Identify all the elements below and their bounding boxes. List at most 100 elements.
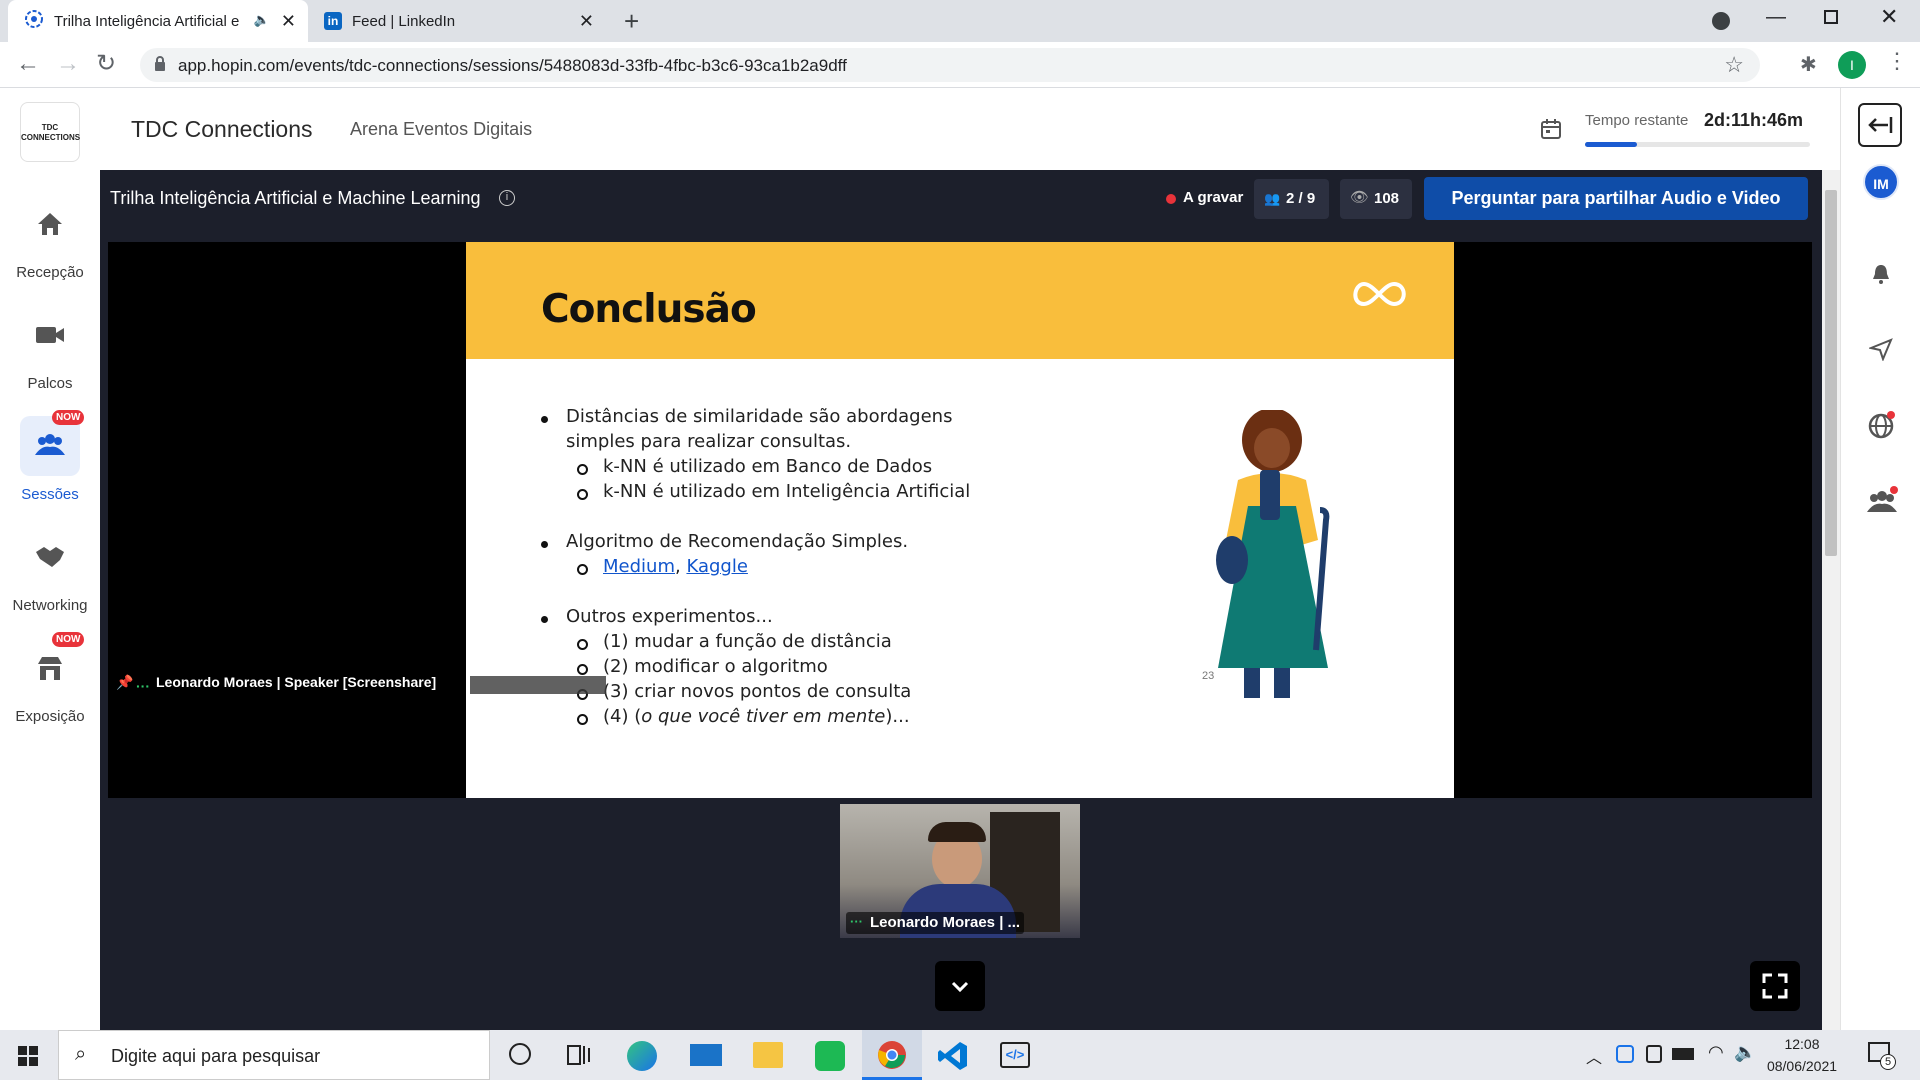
recording-label: A gravar — [1183, 189, 1244, 206]
bullet-text: Algoritmo de Recomendação Simples. — [566, 531, 909, 552]
mail-icon[interactable] — [690, 1044, 722, 1066]
medium-link[interactable]: Medium — [603, 556, 675, 577]
new-tab-icon[interactable]: + — [624, 6, 639, 37]
sub-bullet-links: Medium, Kaggle — [603, 556, 748, 577]
chrome-taskbar-item[interactable] — [862, 1030, 922, 1080]
organizer-name[interactable]: Arena Eventos Digitais — [350, 119, 532, 140]
slide-nav-toolbar[interactable] — [470, 676, 606, 694]
nav-item-networking[interactable]: Networking — [0, 527, 100, 614]
ask-to-share-button[interactable]: Perguntar para partilhar Audio e Video — [1424, 177, 1808, 220]
profile-avatar[interactable]: I — [1838, 51, 1866, 79]
volume-icon[interactable]: 🔈 — [1734, 1042, 1756, 1063]
text-part-italic: o que você tiver em mente — [641, 706, 886, 727]
time-progress-track — [1585, 142, 1810, 147]
viewers-pill[interactable]: 👁 108 — [1340, 179, 1412, 219]
kaggle-link[interactable]: Kaggle — [686, 556, 747, 577]
clock-time[interactable]: 12:08 — [1772, 1036, 1832, 1052]
home-icon — [20, 194, 80, 254]
windows-start-icon[interactable] — [18, 1046, 38, 1071]
sub-bullet-text: (4) (o que você tiver em mente)... — [603, 706, 910, 727]
extensions-icon[interactable]: ✱ — [1800, 52, 1817, 77]
minimize-icon[interactable]: — — [1766, 6, 1786, 29]
people-icon — [20, 416, 80, 476]
attendees-icon[interactable] — [1865, 486, 1899, 521]
now-badge: NOW — [52, 410, 85, 425]
edge-browser-icon[interactable] — [627, 1041, 657, 1071]
search-icon: ⌕ — [75, 1043, 87, 1065]
task-view-icon[interactable] — [567, 1044, 591, 1071]
tray-app-icon[interactable] — [1616, 1045, 1634, 1063]
speaker-camera-video[interactable]: ··· Leonardo Moraes | ... — [840, 804, 1080, 938]
omnibox[interactable]: app.hopin.com/events/tdc-connections/ses… — [140, 48, 1760, 82]
participants-count: 2 / 9 — [1286, 190, 1316, 207]
menu-kebab-icon[interactable]: ⋮ — [1886, 48, 1908, 74]
recording-dot-icon — [1166, 194, 1176, 204]
left-nav: TDC CONNECTIONS Recepção Palcos NOW Sess… — [0, 88, 100, 1030]
infinity-logo-icon — [1348, 280, 1410, 313]
speaker-hair-shape — [928, 822, 986, 842]
maximize-icon[interactable] — [1824, 10, 1838, 24]
user-avatar[interactable]: IM — [1863, 164, 1899, 200]
address-bar: ← → ↻ app.hopin.com/events/tdc-connectio… — [0, 42, 1920, 88]
nav-item-exposicao[interactable]: NOW Exposição — [0, 632, 100, 725]
tray-meet-icon[interactable] — [1646, 1045, 1662, 1063]
nav-label: Recepção — [16, 264, 84, 281]
bell-icon[interactable] — [1869, 262, 1893, 291]
tab-search-icon[interactable] — [1712, 12, 1730, 30]
pin-icon[interactable]: 📌 — [116, 674, 133, 691]
nav-item-palcos[interactable]: Palcos — [0, 305, 100, 392]
info-icon[interactable]: i — [499, 190, 515, 206]
lock-icon — [154, 56, 166, 71]
text-part: (4) ( — [603, 706, 642, 727]
collapse-button[interactable] — [935, 961, 985, 1011]
taskbar-search-box[interactable]: ⌕ Digite aqui para pesquisar — [58, 1030, 490, 1080]
event-name[interactable]: TDC Connections — [131, 116, 313, 143]
tab-hopin[interactable]: Trilha Inteligência Artificial e 🔈 ✕ — [8, 0, 308, 42]
audio-activity-icon: ··· — [850, 914, 863, 929]
scrollbar-thumb[interactable] — [1825, 190, 1837, 556]
collapse-panel-icon[interactable] — [1858, 103, 1902, 147]
vscode-icon[interactable] — [937, 1040, 969, 1077]
cortana-icon[interactable] — [509, 1043, 531, 1065]
dev-tool-icon[interactable]: </> — [1000, 1042, 1030, 1068]
tray-chevron-icon[interactable]: ︿ — [1586, 1044, 1602, 1068]
battery-icon[interactable] — [1672, 1048, 1694, 1060]
calendar-icon[interactable] — [1540, 118, 1562, 145]
back-icon[interactable]: ← — [16, 50, 40, 78]
page-scrollbar[interactable] — [1822, 170, 1840, 1030]
handshake-icon — [20, 527, 80, 587]
nav-item-sessoes[interactable]: NOW Sessões — [0, 410, 100, 503]
reload-icon[interactable]: ↻ — [96, 49, 116, 78]
camera-label: Leonardo Moraes | ... — [870, 914, 1021, 931]
speaker-icon[interactable]: 🔈 — [254, 12, 270, 28]
wifi-icon[interactable]: ◠ — [1708, 1042, 1724, 1063]
close-window-icon[interactable]: ✕ — [1880, 4, 1898, 30]
right-rail: IM — [1840, 88, 1920, 1030]
event-logo[interactable]: TDC CONNECTIONS — [20, 102, 80, 162]
sub-bullet-icon — [577, 564, 588, 575]
globe-icon[interactable] — [1867, 410, 1897, 445]
close-tab-icon[interactable]: ✕ — [281, 11, 296, 32]
forward-icon[interactable]: → — [56, 50, 80, 78]
screenshare-label: Leonardo Moraes | Speaker [Screenshare] — [156, 674, 437, 690]
tab-linkedin[interactable]: in Feed | LinkedIn ✕ — [316, 0, 606, 42]
session-toolbar: Trilha Inteligência Artificial e Machine… — [100, 170, 1840, 228]
fullscreen-button[interactable] — [1750, 961, 1800, 1011]
clock-date[interactable]: 08/06/2021 — [1764, 1058, 1840, 1074]
participants-pill[interactable]: 👥 2 / 9 — [1254, 179, 1329, 219]
screenshare-video: Conclusão Distâncias de similaridade são… — [108, 242, 1812, 798]
spotify-icon[interactable] — [815, 1041, 845, 1071]
time-left-value: 2d:11h:46m — [1704, 110, 1804, 130]
url-text: app.hopin.com/events/tdc-connections/ses… — [178, 56, 847, 75]
close-tab-icon[interactable]: ✕ — [579, 11, 594, 32]
tab-title: Feed | LinkedIn — [352, 12, 456, 30]
search-placeholder: Digite aqui para pesquisar — [111, 1046, 321, 1066]
sub-bullet-text: (1) mudar a função de distância — [603, 631, 892, 652]
link-separator: , — [674, 556, 681, 577]
notification-count: 5 — [1880, 1054, 1896, 1070]
woman-illustration — [1208, 408, 1358, 705]
file-explorer-icon[interactable] — [753, 1042, 783, 1068]
bookmark-star-icon[interactable]: ☆ — [1724, 52, 1744, 78]
send-icon[interactable] — [1867, 337, 1893, 366]
nav-item-recepcao[interactable]: Recepção — [0, 194, 100, 281]
